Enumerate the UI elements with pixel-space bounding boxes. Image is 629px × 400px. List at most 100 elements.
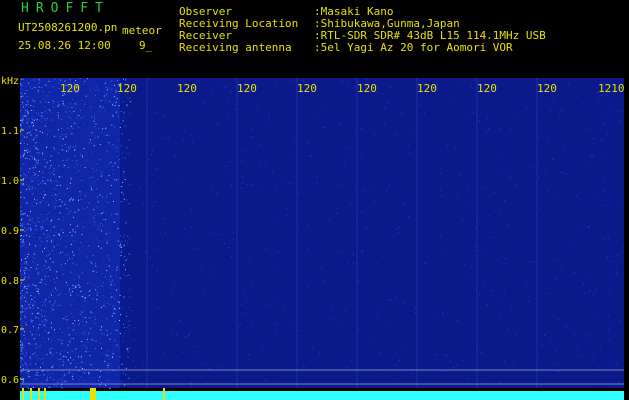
noise-dot	[49, 235, 51, 237]
noise-dot	[107, 134, 109, 136]
noise-dot	[128, 296, 130, 297]
noise-dot	[386, 102, 388, 104]
noise-dot	[53, 278, 55, 280]
noise-dot	[612, 362, 614, 364]
noise-dot	[96, 163, 98, 165]
noise-dot	[43, 197, 45, 199]
noise-dot	[341, 321, 343, 323]
noise-dot	[68, 221, 70, 223]
noise-dot	[110, 184, 112, 186]
x-tick-label: 120	[477, 82, 497, 95]
noise-dot	[366, 79, 368, 81]
noise-dot	[487, 115, 489, 116]
noise-dot	[93, 120, 95, 122]
noise-dot	[51, 195, 53, 197]
noise-dot	[108, 142, 110, 144]
noise-dot	[59, 176, 61, 178]
noise-dot	[318, 352, 320, 354]
noise-dot	[160, 137, 162, 139]
noise-dot	[259, 164, 261, 166]
noise-dot	[22, 213, 24, 215]
y-tick-label: 0.6	[1, 375, 19, 386]
noise-dot	[34, 157, 35, 159]
noise-dot	[52, 102, 54, 104]
noise-dot	[379, 352, 380, 354]
noise-dot	[21, 267, 23, 269]
noise-dot	[29, 244, 30, 246]
noise-dot	[84, 300, 86, 302]
noise-dot	[598, 97, 600, 99]
noise-dot	[32, 126, 34, 128]
noise-dot	[456, 194, 458, 196]
noise-dot	[592, 359, 594, 361]
noise-dot	[31, 109, 33, 111]
noise-dot	[608, 329, 610, 331]
noise-dot	[124, 255, 126, 257]
noise-dot	[36, 372, 38, 373]
noise-dot	[28, 171, 30, 173]
noise-dot	[106, 317, 108, 319]
noise-dot	[376, 159, 378, 161]
noise-dot	[22, 274, 24, 276]
noise-dot	[125, 259, 127, 260]
noise-dot	[101, 285, 103, 287]
noise-dot	[64, 144, 66, 145]
noise-dot	[51, 367, 53, 368]
noise-dot	[59, 79, 61, 81]
date-time: 25.08.26 12:00	[18, 39, 111, 52]
noise-dot	[25, 167, 27, 169]
noise-dot	[104, 219, 106, 221]
noise-dot	[83, 115, 85, 117]
noise-dot	[100, 247, 102, 249]
noise-dot	[124, 384, 126, 386]
noise-dot	[123, 274, 125, 276]
noise-dot	[262, 345, 264, 347]
noise-dot	[479, 217, 481, 219]
noise-dot	[112, 104, 113, 106]
noise-dot	[123, 296, 125, 298]
noise-dot	[123, 116, 124, 118]
noise-dot	[28, 370, 30, 372]
noise-dot	[37, 345, 39, 347]
noise-dot	[21, 78, 23, 80]
noise-dot	[75, 102, 77, 103]
noise-dot	[497, 259, 499, 261]
noise-dot	[74, 122, 76, 124]
noise-dot	[107, 202, 109, 204]
noise-dot	[111, 80, 113, 82]
noise-dot	[125, 199, 127, 201]
noise-dot	[41, 117, 43, 119]
noise-dot	[366, 227, 368, 228]
noise-dot	[115, 111, 117, 113]
noise-dot	[113, 221, 115, 223]
noise-dot	[616, 272, 617, 274]
noise-dot	[122, 100, 124, 102]
noise-dot	[85, 95, 87, 97]
noise-dot	[72, 99, 74, 101]
noise-dot	[56, 385, 57, 386]
noise-dot	[39, 170, 40, 172]
noise-dot	[559, 114, 561, 116]
noise-dot	[22, 163, 24, 165]
noise-dot	[53, 234, 55, 236]
noise-dot	[574, 272, 576, 274]
noise-dot	[23, 154, 25, 156]
noise-dot	[33, 232, 34, 234]
noise-dot	[114, 105, 116, 106]
noise-dot	[121, 152, 123, 154]
noise-dot	[38, 180, 39, 181]
noise-dot	[24, 112, 26, 114]
noise-dot	[120, 255, 122, 257]
noise-dot	[63, 374, 65, 376]
noise-dot	[54, 281, 55, 283]
noise-dot	[25, 104, 27, 106]
noise-dot	[41, 87, 42, 88]
noise-dot	[53, 106, 55, 108]
noise-dot	[24, 316, 26, 318]
noise-dot	[50, 165, 52, 167]
noise-dot	[45, 247, 47, 249]
noise-dot	[516, 184, 518, 186]
noise-dot	[68, 291, 70, 293]
noise-dot	[62, 219, 64, 221]
noise-dot	[42, 153, 44, 155]
